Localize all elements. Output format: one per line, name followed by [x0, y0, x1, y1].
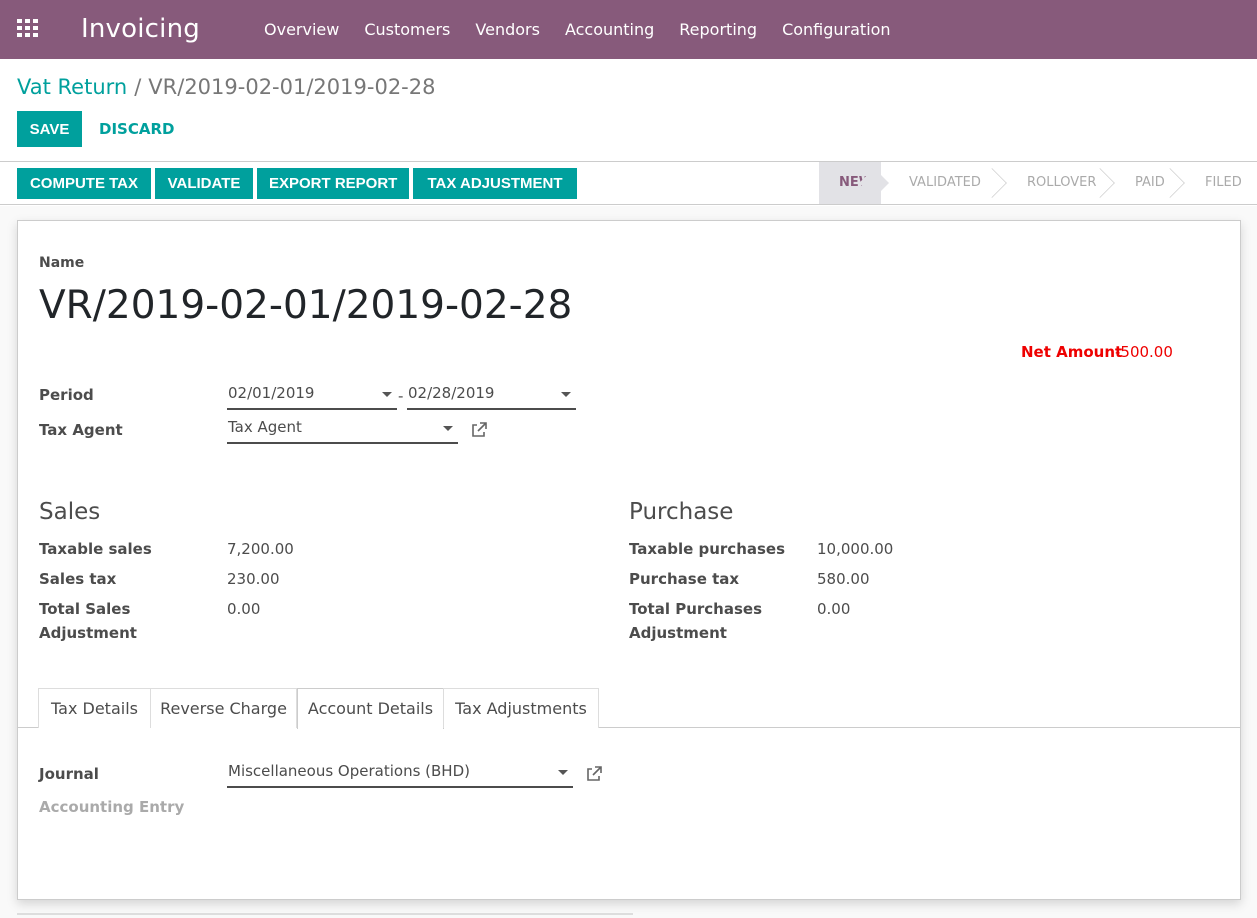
- period-label: Period: [39, 386, 94, 404]
- stage-new: NEW: [819, 162, 889, 204]
- menu-vendors[interactable]: Vendors: [475, 0, 540, 59]
- compute-tax-button[interactable]: COMPUTE TAX: [17, 168, 151, 199]
- tax-adjustment-button[interactable]: TAX ADJUSTMENT: [413, 168, 577, 199]
- breadcrumb: Vat Return / VR/2019-02-01/2019-02-28: [17, 75, 435, 99]
- sales-tax-label: Sales tax: [39, 570, 117, 588]
- total-purchases-adjustment-value: 0.00: [817, 600, 851, 618]
- journal-label: Journal: [39, 765, 99, 783]
- tax-agent-label: Tax Agent: [39, 421, 123, 439]
- breadcrumb-current: VR/2019-02-01/2019-02-28: [148, 75, 436, 99]
- external-link-icon[interactable]: [471, 422, 487, 438]
- total-sales-adjustment-label-line2: Adjustment: [39, 624, 137, 642]
- taxable-sales-value: 7,200.00: [227, 540, 294, 558]
- total-purchases-adjustment-label-line1: Total Purchases: [629, 600, 762, 618]
- tab-reverse-charge[interactable]: Reverse Charge: [150, 688, 297, 728]
- top-navbar: Invoicing Overview Customers Vendors Acc…: [0, 0, 1257, 59]
- name-label: Name: [39, 255, 85, 271]
- menu-configuration[interactable]: Configuration: [782, 0, 891, 59]
- net-amount-value: -500.00: [1115, 343, 1173, 361]
- discard-button[interactable]: DISCARD: [99, 111, 174, 147]
- net-amount-label: Net Amount: [1021, 343, 1123, 361]
- sales-title: Sales: [39, 499, 101, 525]
- stage-validated[interactable]: VALIDATED: [881, 162, 1007, 204]
- tab-account-details[interactable]: Account Details: [297, 688, 444, 729]
- purchase-tax-label: Purchase tax: [629, 570, 740, 588]
- status-stages: NEW VALIDATED ROLLOVER PAID FILED: [819, 162, 1257, 204]
- tab-tax-adjustments[interactable]: Tax Adjustments: [443, 688, 599, 728]
- statusbar: COMPUTE TAX VALIDATE EXPORT REPORT TAX A…: [0, 161, 1257, 205]
- purchase-tax-value: 580.00: [817, 570, 870, 588]
- main-menu: Overview Customers Vendors Accounting Re…: [264, 0, 916, 59]
- period-to-value: 02/28/2019: [408, 384, 495, 402]
- period-separator: -: [398, 387, 404, 405]
- stage-paid[interactable]: PAID: [1107, 162, 1185, 204]
- caret-down-icon: [558, 770, 568, 775]
- caret-down-icon: [443, 426, 453, 431]
- total-sales-adjustment-label-line1: Total Sales: [39, 600, 131, 618]
- notebook-tabs: Tax Details Reverse Charge Account Detai…: [18, 688, 1240, 729]
- tax-agent-field[interactable]: Tax Agent: [227, 417, 458, 444]
- menu-overview[interactable]: Overview: [264, 0, 339, 59]
- taxable-sales-label: Taxable sales: [39, 540, 152, 558]
- menu-reporting[interactable]: Reporting: [679, 0, 757, 59]
- purchase-title: Purchase: [629, 499, 734, 525]
- period-from-field[interactable]: 02/01/2019: [227, 383, 397, 410]
- app-title: Invoicing: [81, 14, 200, 44]
- sales-tax-value: 230.00: [227, 570, 280, 588]
- menu-customers[interactable]: Customers: [364, 0, 450, 59]
- total-purchases-adjustment-label-line2: Adjustment: [629, 624, 727, 642]
- record-name[interactable]: VR/2019-02-01/2019-02-28: [39, 283, 572, 328]
- stage-filed-label: FILED: [1205, 175, 1242, 190]
- breadcrumb-separator: /: [134, 75, 142, 99]
- journal-field[interactable]: Miscellaneous Operations (BHD): [227, 761, 573, 788]
- stage-validated-label: VALIDATED: [909, 175, 981, 190]
- save-button[interactable]: SAVE: [17, 111, 82, 147]
- journal-value: Miscellaneous Operations (BHD): [228, 762, 470, 780]
- menu-accounting[interactable]: Accounting: [565, 0, 654, 59]
- stage-rollover[interactable]: ROLLOVER: [999, 162, 1115, 204]
- accounting-entry-label: Accounting Entry: [39, 798, 185, 816]
- external-link-icon[interactable]: [586, 766, 602, 782]
- apps-grid-icon[interactable]: [17, 19, 39, 37]
- caret-down-icon: [561, 392, 571, 397]
- total-sales-adjustment-value: 0.00: [227, 600, 261, 618]
- breadcrumb-parent[interactable]: Vat Return: [17, 75, 127, 99]
- period-to-field[interactable]: 02/28/2019: [407, 383, 576, 410]
- taxable-purchases-value: 10,000.00: [817, 540, 894, 558]
- form-sheet: Name VR/2019-02-01/2019-02-28 Net Amount…: [17, 220, 1241, 900]
- validate-button[interactable]: VALIDATE: [155, 168, 253, 199]
- tab-tax-details[interactable]: Tax Details: [38, 688, 151, 728]
- stage-filed[interactable]: FILED: [1177, 162, 1257, 204]
- caret-down-icon: [382, 392, 392, 397]
- divider: [17, 913, 633, 915]
- tax-agent-value: Tax Agent: [228, 418, 302, 436]
- period-from-value: 02/01/2019: [228, 384, 315, 402]
- taxable-purchases-label: Taxable purchases: [629, 540, 786, 558]
- export-report-button[interactable]: EXPORT REPORT: [257, 168, 409, 199]
